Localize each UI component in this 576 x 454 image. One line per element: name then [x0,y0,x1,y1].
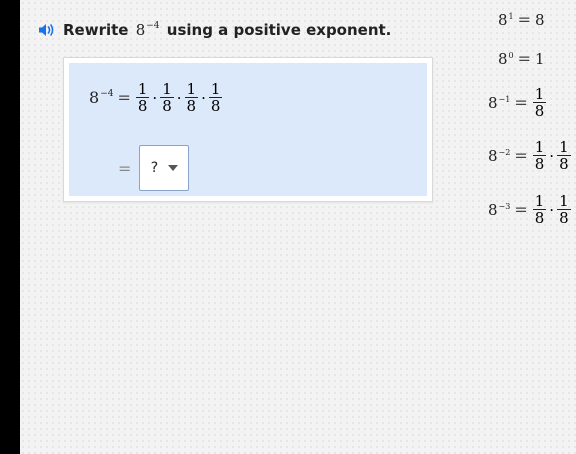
fraction-denominator: 8 [534,155,545,173]
pattern-result: 8 [535,10,545,29]
multiply-dot: · [176,88,182,107]
fraction-3: 18 [184,80,199,115]
fraction-denominator: 8 [534,209,545,227]
pattern-exp: 0 [508,50,514,60]
equals-sign: = [517,49,532,68]
prompt-text: Rewrite 8−4 using a positive exponent. [63,21,391,39]
fraction-denominator: 8 [559,209,569,227]
expanded-expression: 8−4 = 18 · 18 · 18 · 18 [89,81,223,114]
pattern-row-3: 8−1 = 18 [488,86,547,119]
pattern-power: 80 [498,50,514,68]
lhs-base: 8 [89,88,100,107]
fraction-numerator: 1 [186,80,197,98]
pattern-row-4: 8−2 = 18 · 18 [488,139,572,172]
multiply-dot: · [549,200,555,219]
fraction-numerator: 1 [559,192,569,210]
pattern-exp: 1 [508,11,514,21]
fraction-denominator: 8 [186,97,197,115]
fraction-1: 18 [135,80,150,115]
answer-dropdown[interactable]: ? [139,145,190,191]
pattern-base: 8 [498,49,508,68]
multiply-dot: · [549,146,555,165]
pattern-exp: −2 [498,147,511,157]
fraction-4: 18 [208,80,223,115]
pattern-row-2: 80 = 1 [498,49,545,68]
fraction-denominator: 8 [534,102,545,120]
equals-sign: = [514,146,528,165]
pattern-base: 8 [488,93,498,112]
question-prompt: Rewrite 8−4 using a positive exponent. [37,20,391,40]
left-edge-bar [0,0,20,454]
pattern-fraction: 18 [532,138,547,173]
pattern-power: 8−3 [488,201,510,219]
pattern-row-1: 81 = 8 [498,10,545,29]
multiply-dot: · [152,88,158,107]
pattern-base: 8 [498,10,508,29]
fraction-denominator: 8 [137,97,148,115]
pattern-power: 81 [498,11,514,29]
prompt-post: using a positive exponent. [166,21,392,39]
fraction-numerator: 1 [534,85,545,103]
exponent-pattern-sidebar: 81 = 8 80 = 1 8−1 = 18 8−2 = 18 · 18 8−3… [480,0,576,454]
speaker-icon[interactable] [37,22,55,38]
pattern-exp: −1 [498,94,511,104]
prompt-math-exp: −4 [146,21,160,31]
dropdown-value: ? [150,160,159,176]
equals-sign: = [517,10,532,29]
fraction-denominator: 8 [162,97,172,115]
equals-sign: = [514,93,528,112]
pattern-fraction: 18 [557,193,571,226]
pattern-row-5: 8−3 = 18 · 18 [488,193,572,226]
pattern-base: 8 [488,200,498,219]
pattern-fraction: 18 [532,192,547,227]
pattern-fraction: 18 [532,85,547,120]
chevron-down-icon [168,165,179,171]
work-panel-inner: 8−4 = 18 · 18 · 18 · 18 = ? [69,63,427,196]
prompt-math-base: 8 [135,21,146,39]
fraction-2: 18 [160,81,174,114]
fraction-numerator: 1 [534,192,545,210]
pattern-exp: −3 [498,201,511,211]
fraction-numerator: 1 [162,80,172,98]
pattern-result: 1 [535,49,545,68]
fraction-numerator: 1 [534,138,545,156]
pattern-power: 8−2 [488,147,510,165]
pattern-base: 8 [488,146,498,165]
pattern-power: 8−1 [488,94,510,112]
multiply-dot: · [201,88,206,107]
fraction-numerator: 1 [210,80,221,98]
prompt-pre: Rewrite [63,21,129,39]
pattern-fraction: 18 [557,139,571,172]
equals-sign: = [117,88,131,107]
fraction-denominator: 8 [559,155,569,173]
fraction-numerator: 1 [137,80,148,98]
prompt-math: 8−4 [136,21,160,39]
answer-row: = ? [114,145,190,191]
lhs-exp: −4 [100,89,114,99]
fraction-numerator: 1 [559,138,569,156]
lhs-power: 8−4 [89,88,113,107]
work-panel: 8−4 = 18 · 18 · 18 · 18 = ? [63,57,433,202]
fraction-denominator: 8 [210,97,221,115]
answer-equals-sign: = [118,158,132,178]
equals-sign: = [514,200,528,219]
